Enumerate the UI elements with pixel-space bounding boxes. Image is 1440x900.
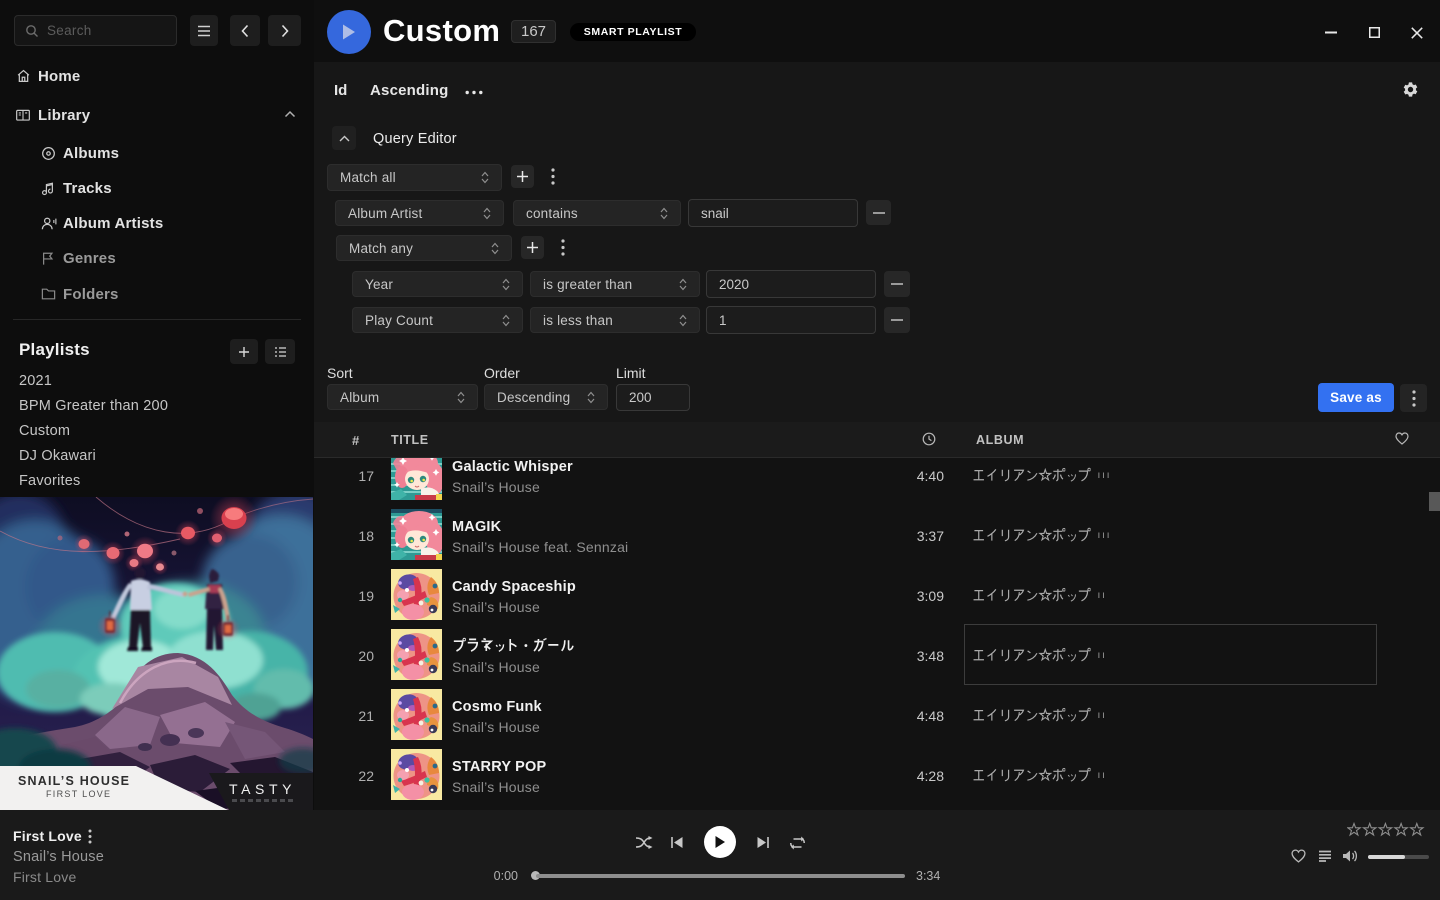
svg-text:SNAIL’S HOUSE: SNAIL’S HOUSE xyxy=(18,774,130,788)
svg-text:TASTY: TASTY xyxy=(229,781,296,797)
svg-text:FIRST LOVE: FIRST LOVE xyxy=(46,789,111,799)
